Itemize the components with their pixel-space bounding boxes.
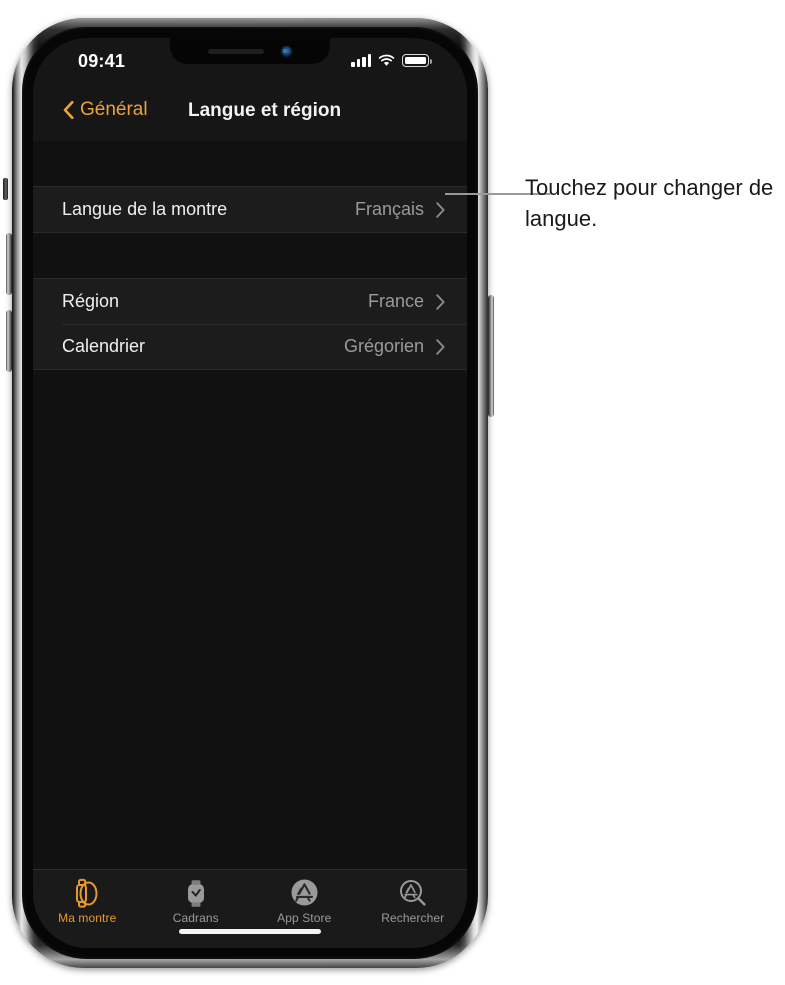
volume-up-button[interactable] (6, 233, 12, 295)
chevron-right-icon (436, 201, 445, 218)
chevron-right-icon (436, 338, 445, 355)
settings-list: Langue de la montre Français Région Fran… (33, 141, 467, 948)
tab-bar: Ma montre Cadrans App Store Rechercher (33, 869, 467, 948)
list-group-spacer (33, 233, 467, 278)
earpiece-speaker-icon (208, 48, 264, 54)
chevron-right-icon (436, 293, 445, 310)
tab-rechercher[interactable]: Rechercher (359, 870, 468, 948)
settings-group-region: Région France Calendrier Grégorien (33, 278, 467, 370)
row-value: France (367, 291, 424, 311)
app-store-icon (290, 877, 319, 908)
row-label: Calendrier (62, 336, 146, 356)
row-value: Grégorien (343, 336, 424, 356)
mute-switch-button[interactable] (3, 178, 8, 200)
tab-label: App Store (277, 911, 332, 925)
back-button-label: Général (80, 99, 148, 120)
battery-full-icon (402, 54, 432, 67)
tab-cadrans[interactable]: Cadrans (142, 870, 251, 948)
front-camera-icon (281, 45, 292, 57)
app-store-search-icon (398, 877, 428, 908)
row-label: Région (62, 291, 120, 311)
device-notch (170, 38, 330, 64)
volume-down-button[interactable] (6, 310, 12, 372)
tab-label: Cadrans (172, 911, 219, 925)
home-indicator[interactable] (179, 929, 321, 934)
back-button[interactable]: Général (63, 99, 148, 121)
callout-text: Touchez pour changer de langue. (525, 175, 774, 231)
status-bar-indicators (351, 54, 432, 67)
wifi-icon (378, 54, 395, 66)
settings-group-language: Langue de la montre Français (33, 186, 467, 233)
tab-label: Ma montre (58, 911, 117, 925)
list-top-spacer (33, 141, 467, 186)
row-label: Langue de la montre (62, 199, 228, 219)
tab-label: Rechercher (381, 911, 445, 925)
settings-row-region[interactable]: Région France (33, 279, 467, 324)
watch-face-icon (183, 877, 209, 908)
watch-side-icon (74, 877, 101, 908)
navigation-bar: Général Langue et région (33, 88, 467, 142)
page-title: Langue et région (188, 100, 342, 121)
settings-row-calendar[interactable]: Calendrier Grégorien (33, 324, 467, 369)
iphone-device: 09:41 Général Langue et région Langue de… (3, 18, 494, 968)
phone-screen: 09:41 Général Langue et région Langue de… (33, 38, 467, 948)
signal-bars-icon (351, 54, 371, 67)
tab-ma-montre[interactable]: Ma montre (33, 870, 142, 948)
row-value: Français (354, 199, 424, 219)
settings-row-watch-language[interactable]: Langue de la montre Français (33, 187, 467, 232)
tab-app-store[interactable]: App Store (250, 870, 359, 948)
side-power-button[interactable] (488, 295, 494, 417)
status-bar-time: 09:41 (78, 51, 126, 71)
chevron-left-icon (63, 101, 74, 119)
